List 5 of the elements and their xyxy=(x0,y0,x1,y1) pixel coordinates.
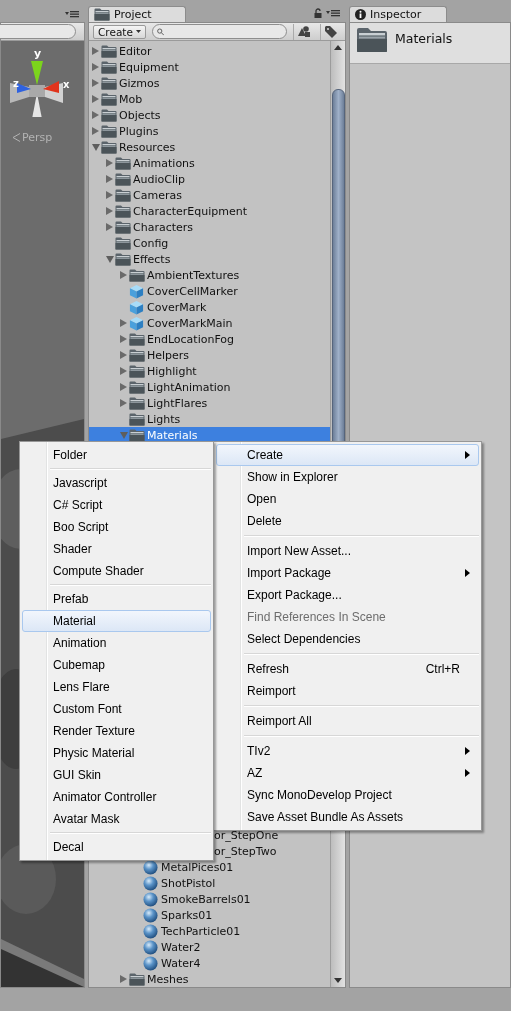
axis-label: z xyxy=(13,78,19,89)
asset-title: Materials xyxy=(395,31,453,46)
shortcut-label: Ctrl+R xyxy=(425,662,461,676)
axis-label: y xyxy=(34,47,42,60)
axis-label: x xyxy=(63,79,70,90)
